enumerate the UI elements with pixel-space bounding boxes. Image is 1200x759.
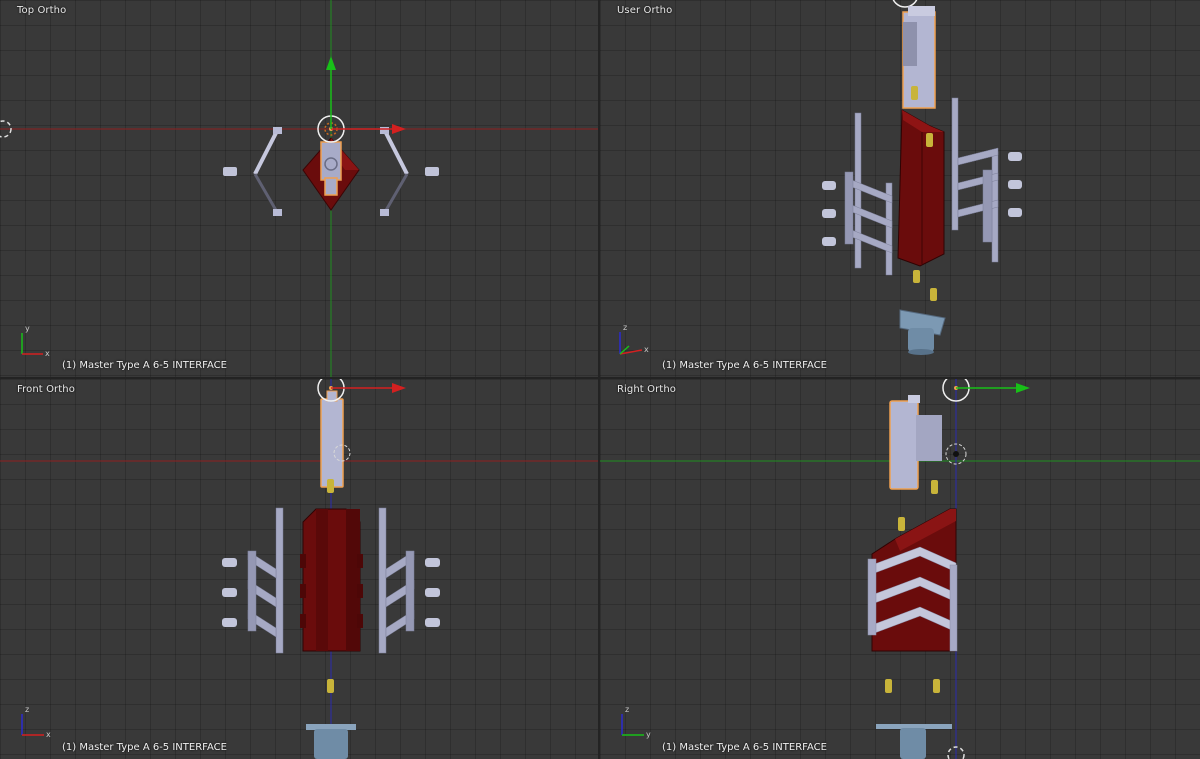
right-frame-part (951, 97, 999, 263)
right-pins (425, 558, 440, 627)
side-pin (223, 167, 237, 176)
axis-gizmo-icon: z y (621, 705, 651, 739)
pin-yellow (931, 480, 938, 494)
viewport-splitter-horizontal[interactable] (0, 377, 1200, 379)
red-body-part (300, 508, 363, 652)
left-rack-part (247, 507, 284, 654)
pin-yellow (930, 288, 937, 301)
svg-text:y: y (25, 324, 30, 333)
base-part (306, 724, 356, 759)
viewport-user-ortho[interactable]: z x User Ortho (1) Master Type A 6-5 INT… (600, 0, 1200, 377)
pin-yellow (898, 517, 905, 531)
svg-text:x: x (46, 730, 51, 739)
viewport-status: (1) Master Type A 6-5 INTERFACE (662, 742, 827, 753)
selected-part (902, 6, 936, 109)
pin-yellow (911, 86, 918, 100)
axis-gizmo-icon: z x (21, 705, 51, 739)
right-rack-part (378, 507, 415, 654)
svg-text:x: x (644, 345, 649, 354)
user-ortho-scene: z x (619, 0, 1022, 355)
left-pins (822, 181, 836, 246)
viewport-title: Top Ortho (17, 5, 67, 16)
selected-part (320, 141, 342, 181)
viewport-status: (1) Master Type A 6-5 INTERFACE (62, 360, 227, 371)
origin-circle-icon (892, 0, 918, 8)
axis-gizmo-icon: y x (21, 324, 50, 358)
viewport-status: (1) Master Type A 6-5 INTERFACE (62, 742, 227, 753)
viewport-splitter-vertical[interactable] (598, 0, 600, 759)
red-body-part (897, 109, 945, 267)
viewport-top-ortho[interactable]: y x Top Ortho (1) Master Type A 6-5 INTE… (0, 0, 598, 377)
svg-text:z: z (623, 323, 627, 332)
selected-part (889, 395, 942, 490)
left-frame-part (844, 112, 893, 276)
pin-yellow (885, 679, 892, 693)
svg-text:z: z (25, 705, 29, 714)
right-arm-part (380, 127, 409, 216)
svg-text:y: y (646, 730, 651, 739)
right-pins (1008, 152, 1022, 217)
viewport-status: (1) Master Type A 6-5 INTERFACE (662, 360, 827, 371)
pin-yellow (327, 679, 334, 693)
front-ortho-scene: z x (0, 379, 598, 759)
left-pins (222, 558, 237, 627)
right-ortho-scene: z y (600, 379, 1200, 759)
left-arm-part (253, 127, 282, 216)
axis-gizmo-icon: z x (619, 323, 649, 355)
base-part (876, 724, 952, 759)
viewport-front-ortho[interactable]: z x Front Ortho (1) Master Type A 6-5 IN… (0, 379, 598, 759)
pin-yellow (933, 679, 940, 693)
pin-yellow (327, 479, 334, 493)
side-pin (425, 167, 439, 176)
base-part (899, 309, 946, 355)
svg-text:x: x (45, 349, 50, 358)
svg-text:z: z (625, 705, 629, 714)
viewport-area: y x Top Ortho (1) Master Type A 6-5 INTE… (0, 0, 1200, 759)
top-ortho-scene: y x (0, 0, 598, 377)
selected-part (320, 390, 344, 488)
viewport-right-ortho[interactable]: z y Right Ortho (1) Master Type A 6-5 IN… (600, 379, 1200, 759)
viewport-title: Front Ortho (17, 384, 75, 395)
viewport-title: User Ortho (617, 5, 673, 16)
viewport-title: Right Ortho (617, 384, 676, 395)
pin-yellow (913, 270, 920, 283)
